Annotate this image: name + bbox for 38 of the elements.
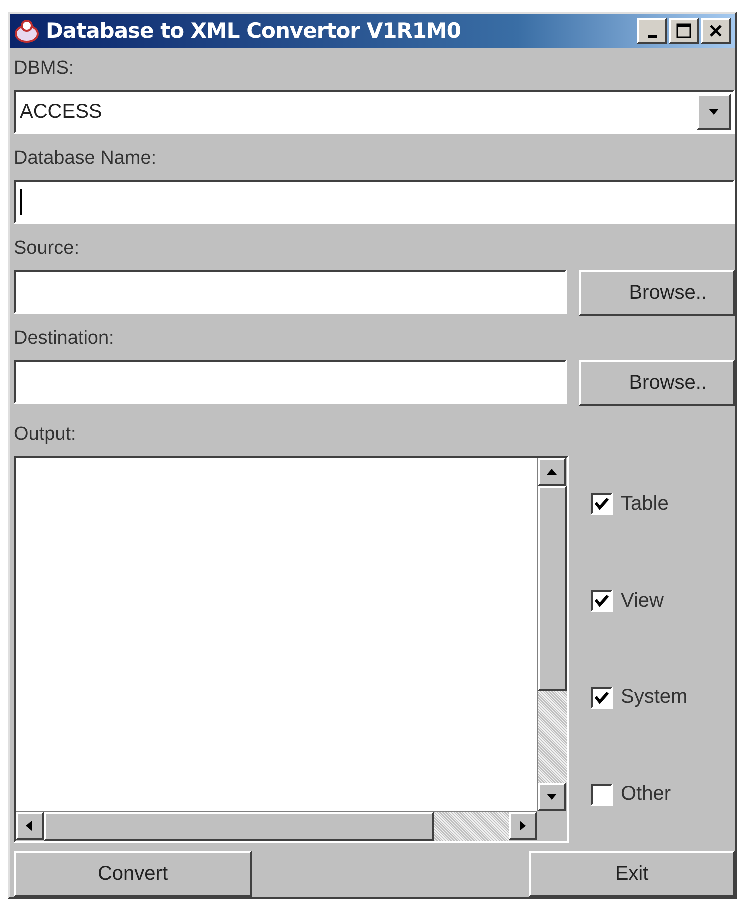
checkbox[interactable]	[591, 686, 613, 709]
browse-button[interactable]: Browse..	[579, 270, 735, 316]
maximize-button[interactable]	[669, 18, 699, 44]
checkbox[interactable]	[591, 784, 613, 806]
output-area[interactable]	[14, 456, 569, 843]
checkmark-icon	[595, 594, 609, 608]
scroll-thumb[interactable]	[44, 812, 434, 841]
scroll-thumb[interactable]	[538, 486, 567, 691]
minimize-button[interactable]	[637, 18, 667, 44]
field-label: Destination:	[14, 328, 116, 351]
vertical-scrollbar[interactable]	[537, 458, 567, 811]
field-label: Output:	[14, 424, 78, 447]
close-icon	[709, 24, 723, 38]
minimize-icon	[648, 34, 656, 38]
checkmark-icon	[595, 690, 609, 705]
field-label: Source:	[14, 238, 80, 261]
checkbox[interactable]	[591, 590, 613, 612]
input-field[interactable]	[14, 180, 735, 224]
checkmark-icon	[595, 497, 609, 512]
horizontal-scrollbar[interactable]	[16, 811, 537, 841]
app-icon	[14, 18, 40, 44]
field-label: DBMS:	[14, 58, 76, 81]
close-button[interactable]	[701, 18, 731, 44]
exit-button[interactable]: Exit	[529, 851, 735, 897]
convert-button[interactable]: Convert	[14, 851, 252, 897]
field-label: Database Name:	[14, 148, 158, 171]
maximize-icon	[676, 23, 692, 39]
input-field[interactable]	[14, 270, 567, 314]
window-title: Database to XML Convertor V1R1M0	[46, 19, 462, 43]
checkbox-label: Table	[621, 492, 669, 516]
dbms-dropdown[interactable]: ACCESS	[14, 90, 735, 134]
checkbox-label: Other	[621, 783, 672, 806]
scrollbar-corner	[537, 811, 567, 841]
checkbox-label: View	[621, 590, 664, 613]
checkbox-label: System	[621, 686, 688, 710]
checkbox[interactable]	[591, 493, 613, 516]
input-field[interactable]	[14, 360, 567, 404]
browse-button[interactable]: Browse..	[579, 360, 735, 406]
